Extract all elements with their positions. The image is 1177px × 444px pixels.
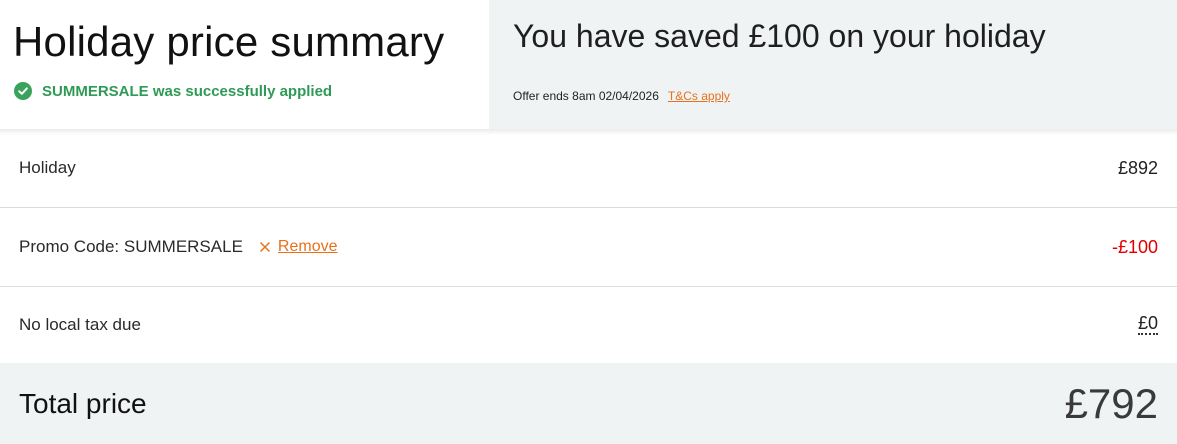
remove-link[interactable]: Remove [278,238,338,256]
row-amount: £892 [1117,157,1158,178]
offer-end-text: Offer ends 8am 02/04/2026 [513,89,659,103]
price-row-promo: Promo Code: SUMMERSALE Remove -£100 [0,208,1177,287]
tax-amount-tooltip-trigger[interactable]: £0 [1137,314,1158,335]
total-label: Total price [19,387,147,419]
price-row-tax: No local tax due £0 [0,287,1177,362]
row-label: Holiday [19,158,76,177]
total-price-bar: Total price £792 [0,363,1177,444]
price-summary-header: Holiday price summary SUMMERSALE was suc… [0,0,1177,135]
discount-amount: -£100 [1111,236,1158,257]
promo-status: SUMMERSALE was successfully applied [14,82,489,100]
tcs-link[interactable]: T&Cs apply [668,89,730,103]
total-value: £792 [1064,379,1158,427]
savings-headline: You have saved £100 on your holiday [513,18,1046,54]
promo-status-text: SUMMERSALE was successfully applied [42,82,333,100]
check-circle-icon [14,82,32,100]
row-label: Promo Code: SUMMERSALE [19,237,243,256]
offer-line: Offer ends 8am 02/04/2026 T&Cs apply [513,89,730,103]
close-icon[interactable] [259,239,271,256]
savings-panel: You have saved £100 on your holiday Offe… [489,0,1177,129]
row-label: No local tax due [19,314,141,334]
summary-title-panel: Holiday price summary SUMMERSALE was suc… [0,0,489,129]
page-title: Holiday price summary [13,18,445,65]
promo-row-left: Promo Code: SUMMERSALE Remove [19,237,337,257]
remove-promo-button[interactable]: Remove [259,238,338,256]
price-row-holiday: Holiday £892 [0,129,1177,208]
